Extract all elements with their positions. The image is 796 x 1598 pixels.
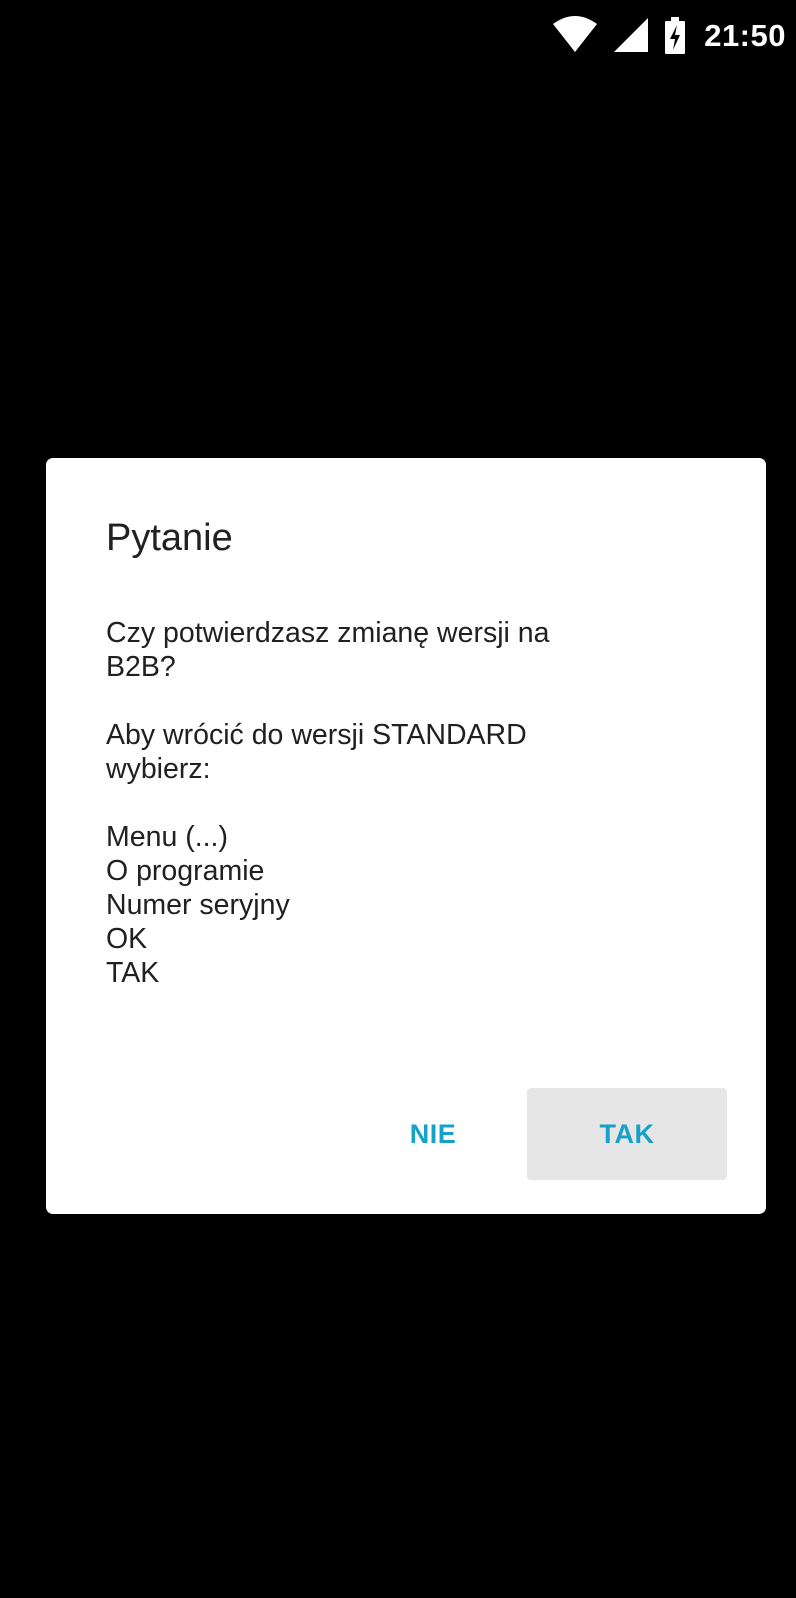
battery-charging-icon bbox=[665, 17, 686, 54]
step-menu: Menu (...) bbox=[106, 821, 228, 853]
wifi-icon bbox=[553, 16, 598, 52]
step-o-programie: O programie bbox=[106, 855, 265, 887]
instruction-line-2: wybierz: bbox=[106, 753, 211, 785]
question-line-2: B2B? bbox=[106, 651, 176, 683]
status-bar: 21:50 bbox=[0, 0, 796, 72]
tak-button[interactable]: TAK bbox=[527, 1088, 727, 1180]
screen: 21:50 Pytanie Czy potwierdzasz zmianę we… bbox=[0, 0, 796, 1598]
step-tak: TAK bbox=[106, 957, 160, 989]
step-numer-seryjny: Numer seryjny bbox=[106, 889, 290, 921]
status-icons: 21:50 bbox=[552, 14, 786, 58]
cell-signal-icon bbox=[614, 18, 649, 52]
status-time: 21:50 bbox=[704, 18, 786, 53]
dialog-message: Czy potwierdzasz zmianę wersji na B2B? A… bbox=[106, 616, 706, 990]
instruction-line-1: Aby wrócić do wersji STANDARD bbox=[106, 719, 527, 751]
message-spacer bbox=[106, 786, 706, 820]
nie-button[interactable]: NIE bbox=[353, 1088, 513, 1180]
dialog-title: Pytanie bbox=[106, 517, 233, 559]
confirm-dialog: Pytanie Czy potwierdzasz zmianę wersji n… bbox=[46, 458, 766, 1214]
dialog-actions: NIE TAK bbox=[353, 1088, 727, 1180]
step-ok: OK bbox=[106, 923, 148, 955]
question-line-1: Czy potwierdzasz zmianę wersji na bbox=[106, 617, 550, 649]
message-spacer bbox=[106, 684, 706, 718]
